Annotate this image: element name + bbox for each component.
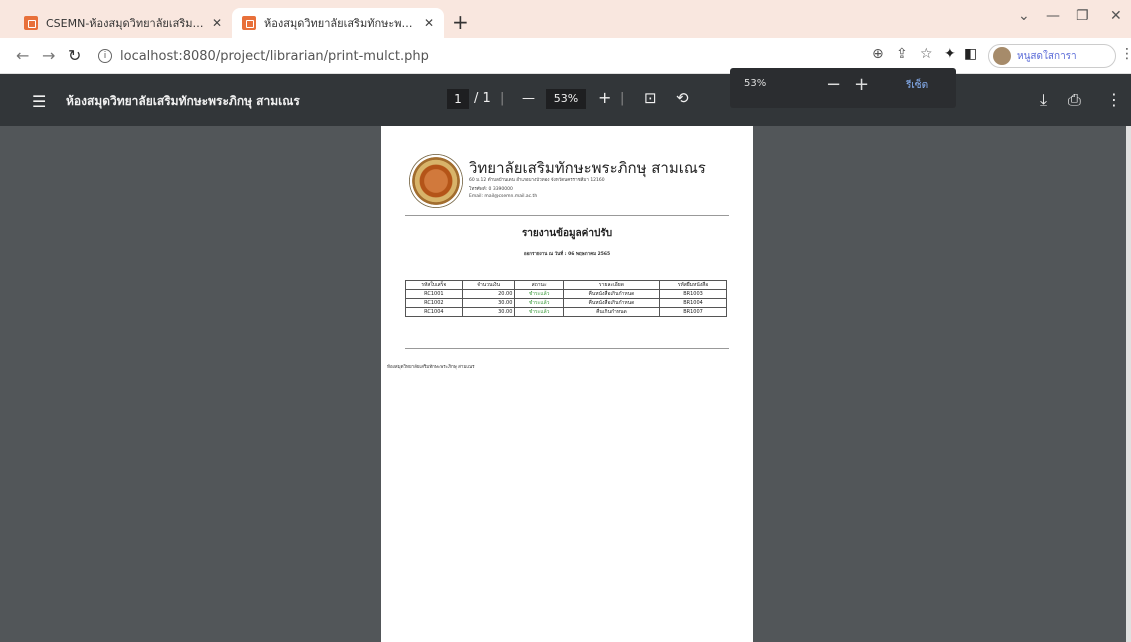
toolbar-divider: | bbox=[620, 91, 625, 106]
close-window-button[interactable]: ✕ bbox=[1110, 8, 1122, 24]
profile-name: หนูสดใสการา bbox=[1017, 50, 1077, 62]
table-cell: 30.00 bbox=[461, 307, 516, 317]
viewer-scrollbar[interactable] bbox=[1126, 126, 1131, 642]
status-cell: ชำระแล้ว bbox=[514, 307, 564, 317]
footer-divider bbox=[405, 348, 729, 349]
table-cell: คืนเกินกำหนด bbox=[562, 307, 661, 317]
zoom-out-button[interactable]: — bbox=[522, 91, 535, 106]
tab-print-mulct[interactable]: ห้องสมุดวิทยาลัยเสริมทักษะพระภิกษุ ส ✕ bbox=[232, 8, 444, 38]
tab-title: CSEMN-ห้องสมุดวิทยาลัยเสริมทักษะ bbox=[46, 17, 206, 30]
column-header: รหัสใบเสร็จ bbox=[405, 280, 463, 290]
rotate-icon[interactable]: ⟲ bbox=[676, 89, 689, 107]
page-number-input[interactable]: 1 bbox=[447, 89, 469, 109]
table-row: RC1002 30.00 ชำระแล้ว คืนหนังสือเกินกำหน… bbox=[405, 298, 727, 308]
table-row: RC1004 30.00 ชำระแล้ว คืนเกินกำหนด BR100… bbox=[405, 307, 727, 317]
status-cell: ชำระแล้ว bbox=[514, 298, 564, 308]
pdf-page: วิทยาลัยเสริมทักษะพระภิกษุ สามเณร 60 ม.1… bbox=[381, 126, 753, 642]
pdf-toolbar: ☰ ห้องสมุดวิทยาลัยเสริมทักษะพระภิกษุ สาม… bbox=[0, 74, 1131, 126]
url-text: localhost:8080/project/librarian/print-m… bbox=[120, 48, 429, 64]
zoom-in-button[interactable]: + bbox=[598, 88, 611, 107]
tab-csemn[interactable]: CSEMN-ห้องสมุดวิทยาลัยเสริมทักษะ ✕ bbox=[14, 8, 232, 38]
report-date: ออกรายงาน ณ วันที่ : 06 พฤษภาคม 2565 bbox=[523, 252, 611, 257]
download-icon[interactable]: ⤓ bbox=[1040, 90, 1047, 110]
column-header: รหัสยืมหนังสือ bbox=[659, 280, 727, 290]
maximize-button[interactable]: ❐ bbox=[1076, 8, 1089, 24]
pdf-title: ห้องสมุดวิทยาลัยเสริมทักษะพระภิกษุ สามเณ… bbox=[66, 94, 300, 108]
table-cell: 20.00 bbox=[461, 289, 516, 299]
column-header: จำนวนเงิน bbox=[461, 280, 516, 290]
table-row: RC1001 20.00 ชำระแล้ว คืนหนังสือเกินกำหน… bbox=[405, 289, 727, 299]
extensions-icon[interactable]: ✦ bbox=[944, 46, 956, 62]
table-cell: RC1002 bbox=[405, 298, 463, 308]
reload-icon[interactable]: ↻ bbox=[68, 46, 81, 65]
url-field[interactable]: i localhost:8080/project/librarian/print… bbox=[98, 43, 1108, 69]
close-tab-icon[interactable]: ✕ bbox=[212, 16, 222, 30]
fit-page-icon[interactable]: ⊡ bbox=[644, 89, 657, 107]
table-cell: RC1001 bbox=[405, 289, 463, 299]
zoom-reset-button[interactable]: รีเซ็ต bbox=[906, 78, 928, 93]
tab-title: ห้องสมุดวิทยาลัยเสริมทักษะพระภิกษุ ส bbox=[264, 17, 418, 30]
page-footer: ห้องสมุดวิทยาลัยเสริมทักษะพระภิกษุ สามเณ… bbox=[387, 365, 475, 370]
menu-icon[interactable]: ☰ bbox=[32, 92, 46, 111]
print-icon[interactable]: ⎙ bbox=[1068, 90, 1081, 110]
zoom-indicator-icon[interactable]: ⊕ bbox=[872, 46, 884, 62]
table-cell: RC1004 bbox=[405, 307, 463, 317]
site-favicon-icon bbox=[24, 16, 38, 30]
profile-button[interactable]: หนูสดใสการา bbox=[988, 44, 1116, 68]
address-line: 60 ม.12 ตำบลบ้านเดน อำเภอบางบัวทอง จังหว… bbox=[469, 178, 605, 183]
table-cell: 30.00 bbox=[461, 298, 516, 308]
table-cell: คืนหนังสือเกินกำหนด bbox=[562, 298, 661, 308]
site-favicon-icon bbox=[242, 16, 256, 30]
zoom-input[interactable]: 53% bbox=[546, 89, 586, 109]
zoom-popup-plus-button[interactable]: + bbox=[854, 74, 869, 95]
page-total: / 1 bbox=[474, 91, 491, 106]
new-tab-button[interactable]: + bbox=[452, 10, 469, 34]
table-cell: คืนหนังสือเกินกำหนด bbox=[562, 289, 661, 299]
minimize-button[interactable]: — bbox=[1046, 8, 1060, 24]
zoom-popup: 53% − + รีเซ็ต bbox=[730, 68, 956, 108]
zoom-popup-value: 53% bbox=[744, 78, 767, 89]
header-divider bbox=[405, 215, 729, 216]
site-info-icon[interactable]: i bbox=[98, 49, 112, 63]
forward-icon[interactable]: → bbox=[42, 46, 55, 65]
toolbar-divider: | bbox=[500, 91, 505, 106]
table-cell: BR1004 bbox=[659, 298, 727, 308]
back-icon[interactable]: ← bbox=[16, 46, 29, 65]
close-tab-icon[interactable]: ✕ bbox=[424, 16, 434, 30]
more-options-icon[interactable]: ⋮ bbox=[1106, 90, 1122, 109]
address-bar: ← → ↻ i localhost:8080/project/librarian… bbox=[0, 38, 1131, 74]
email-line: Email: mail@csemn.mail.ac.th bbox=[469, 194, 538, 199]
column-header: สถานะ bbox=[514, 280, 564, 290]
table-header-row: รหัสใบเสร็จ จำนวนเงิน สถานะ รายละเอียด ร… bbox=[405, 280, 727, 290]
table-cell: BR1007 bbox=[659, 307, 727, 317]
avatar bbox=[993, 47, 1011, 65]
college-seal-logo bbox=[409, 154, 463, 208]
tab-search-icon[interactable]: ⌄ bbox=[1018, 8, 1030, 24]
share-icon[interactable]: ⇪ bbox=[896, 46, 908, 62]
side-panel-icon[interactable]: ◧ bbox=[964, 46, 977, 62]
fine-table: รหัสใบเสร็จ จำนวนเงิน สถานะ รายละเอียด ร… bbox=[405, 280, 727, 317]
browser-menu-icon[interactable]: ⋮ bbox=[1120, 46, 1131, 62]
bookmark-star-icon[interactable]: ☆ bbox=[920, 46, 933, 62]
table-cell: BR1003 bbox=[659, 289, 727, 299]
tab-strip: CSEMN-ห้องสมุดวิทยาลัยเสริมทักษะ ✕ ห้องส… bbox=[0, 0, 1131, 38]
zoom-popup-minus-button[interactable]: − bbox=[826, 74, 841, 95]
phone-line: โทรศัพท์: 0 3390000 bbox=[469, 187, 513, 192]
column-header: รายละเอียด bbox=[562, 280, 661, 290]
status-cell: ชำระแล้ว bbox=[514, 289, 564, 299]
report-title: รายงานข้อมูลค่าปรับ bbox=[521, 228, 613, 239]
